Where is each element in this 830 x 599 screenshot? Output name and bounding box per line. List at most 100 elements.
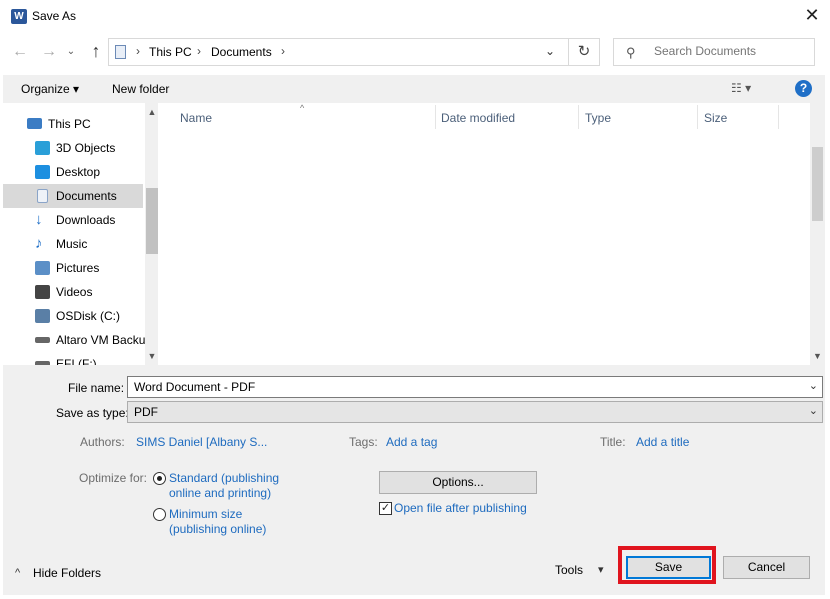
sidebar-item-label: EFI (F:) xyxy=(56,357,97,365)
sidebar-item-label: Altaro VM Backu xyxy=(56,333,146,347)
file-list[interactable]: ^ Name Date modified Type Size xyxy=(160,103,810,365)
videos-icon xyxy=(35,285,50,299)
up-arrow-icon[interactable]: ↑ xyxy=(85,40,107,62)
optimize-minimum-label-line1[interactable]: Minimum size xyxy=(169,507,242,521)
optimize-minimum-label-line2[interactable]: (publishing online) xyxy=(169,522,266,536)
sidebar-item-this-pc[interactable]: This PC xyxy=(3,112,143,136)
navigation-pane: This PC 3D Objects Desktop Documents ↓ Downlo… xyxy=(3,103,158,365)
save-as-type-label: Save as type: xyxy=(56,406,129,420)
address-dropdown-chevron-icon[interactable]: ⌄ xyxy=(545,44,555,58)
view-options-button[interactable]: ☷ ▾ xyxy=(731,81,751,95)
sidebar-item-pictures[interactable]: Pictures xyxy=(3,256,143,280)
scroll-down-arrow-icon[interactable]: ▼ xyxy=(810,351,825,361)
address-bar[interactable]: › This PC › Documents › ⌄ xyxy=(108,38,600,66)
document-location-icon xyxy=(115,45,126,59)
file-list-scrollbar[interactable]: ▼ xyxy=(810,103,825,365)
drive-icon xyxy=(35,337,50,343)
word-app-icon: W xyxy=(11,9,27,24)
title-label: Title: xyxy=(600,435,626,449)
hide-folders-button[interactable]: Hide Folders xyxy=(33,566,101,580)
options-button[interactable]: Options... xyxy=(379,471,537,494)
optimize-standard-radio[interactable] xyxy=(153,472,166,485)
breadcrumb-documents[interactable]: Documents xyxy=(211,45,272,59)
chevron-down-icon[interactable]: ⌄ xyxy=(809,379,818,392)
sidebar-item-label: Documents xyxy=(56,189,117,203)
breadcrumb-separator-icon: › xyxy=(281,44,285,58)
sidebar-item-label: OSDisk (C:) xyxy=(56,309,120,323)
close-button[interactable]: ✕ xyxy=(800,4,824,28)
tags-input[interactable]: Add a tag xyxy=(386,435,437,449)
tools-dropdown-icon[interactable]: ▾ xyxy=(598,563,604,576)
sidebar-item-label: 3D Objects xyxy=(56,141,116,155)
download-icon: ↓ xyxy=(35,211,43,228)
refresh-button[interactable]: ↻ xyxy=(568,38,600,66)
scrollbar-thumb[interactable] xyxy=(146,188,158,254)
back-arrow-icon[interactable]: ← xyxy=(9,41,31,63)
cancel-button[interactable]: Cancel xyxy=(723,556,810,579)
sidebar-item-altaro-vm-backu[interactable]: Altaro VM Backu xyxy=(3,328,146,352)
column-header-date-modified[interactable]: Date modified xyxy=(435,111,578,131)
recent-locations-chevron-icon[interactable]: ⌄ xyxy=(64,41,78,63)
desktop-icon xyxy=(35,165,50,179)
sidebar-item-label: Music xyxy=(56,237,88,251)
column-header-size[interactable]: Size xyxy=(698,111,778,131)
search-icon: ⚲ xyxy=(626,45,636,60)
sidebar-item-label: Desktop xyxy=(56,165,101,179)
sidebar-item-documents[interactable]: Documents xyxy=(3,184,143,208)
column-divider[interactable] xyxy=(778,105,779,129)
sidebar-item-downloads[interactable]: ↓ Downloads xyxy=(3,208,143,232)
sidebar-item-label: Pictures xyxy=(56,261,100,275)
hide-folders-caret-icon[interactable]: ^ xyxy=(15,567,20,579)
music-icon: ♪ xyxy=(35,235,43,252)
open-after-publishing-checkbox[interactable]: ✓ xyxy=(379,502,392,515)
cube-icon xyxy=(35,141,50,155)
search-box[interactable]: ⚲ xyxy=(613,38,815,66)
disk-icon xyxy=(35,309,50,323)
optimize-standard-label-line2[interactable]: online and printing) xyxy=(169,486,271,500)
documents-icon xyxy=(37,189,48,203)
sidebar-item-label: Downloads xyxy=(56,213,116,227)
sidebar-item-3d-objects[interactable]: 3D Objects xyxy=(3,136,143,160)
sidebar-item-label: This PC xyxy=(48,117,91,131)
column-header-type[interactable]: Type xyxy=(579,111,697,131)
computer-icon xyxy=(27,118,42,129)
open-after-publishing-label[interactable]: Open file after publishing xyxy=(394,501,527,515)
window-title: Save As xyxy=(32,9,77,23)
sidebar-item-osdisk-c[interactable]: OSDisk (C:) xyxy=(3,304,143,328)
save-options-panel: File name: Word Document - PDF ⌄ Save as… xyxy=(3,365,825,595)
file-name-input[interactable]: Word Document - PDF ⌄ xyxy=(127,376,823,398)
file-name-value: Word Document - PDF xyxy=(134,380,256,394)
chevron-down-icon[interactable]: ⌄ xyxy=(809,404,818,417)
tags-label: Tags: xyxy=(349,435,378,449)
optimize-minimum-radio[interactable] xyxy=(153,508,166,521)
navigation-scrollbar[interactable]: ▲ ▼ xyxy=(145,103,158,365)
new-folder-button[interactable]: New folder xyxy=(112,82,169,96)
sidebar-item-efi-f[interactable]: EFI (F:) xyxy=(3,352,143,365)
sidebar-item-desktop[interactable]: Desktop xyxy=(3,160,143,184)
file-name-label: File name: xyxy=(68,381,125,395)
column-header-name[interactable]: Name xyxy=(174,111,434,131)
save-as-type-select[interactable]: PDF ⌄ xyxy=(127,401,823,423)
authors-label: Authors: xyxy=(80,435,125,449)
optimize-standard-label-line1[interactable]: Standard (publishing xyxy=(169,471,279,485)
help-icon[interactable]: ? xyxy=(795,80,812,97)
tools-button[interactable]: Tools xyxy=(555,563,583,577)
command-bar: Organize ▾ New folder ☷ ▾ ? xyxy=(3,75,825,103)
breadcrumb-separator-icon: › xyxy=(136,44,140,58)
scroll-up-arrow-icon[interactable]: ▲ xyxy=(145,107,158,117)
organize-button[interactable]: Organize ▾ xyxy=(21,82,79,96)
pictures-icon xyxy=(35,261,50,275)
forward-arrow-icon[interactable]: → xyxy=(38,41,60,63)
sidebar-item-label: Videos xyxy=(56,285,93,299)
breadcrumb-separator-icon: › xyxy=(197,44,201,58)
sidebar-item-videos[interactable]: Videos xyxy=(3,280,143,304)
title-bar: W Save As ✕ xyxy=(0,0,830,32)
search-input[interactable] xyxy=(654,44,809,58)
save-button[interactable]: Save xyxy=(626,556,711,579)
scroll-down-arrow-icon[interactable]: ▼ xyxy=(145,351,158,361)
title-input[interactable]: Add a title xyxy=(636,435,689,449)
sidebar-item-music[interactable]: ♪ Music xyxy=(3,232,143,256)
scrollbar-thumb[interactable] xyxy=(812,147,823,221)
breadcrumb-this-pc[interactable]: This PC xyxy=(149,45,192,59)
authors-value[interactable]: SIMS Daniel [Albany S... xyxy=(136,435,267,449)
